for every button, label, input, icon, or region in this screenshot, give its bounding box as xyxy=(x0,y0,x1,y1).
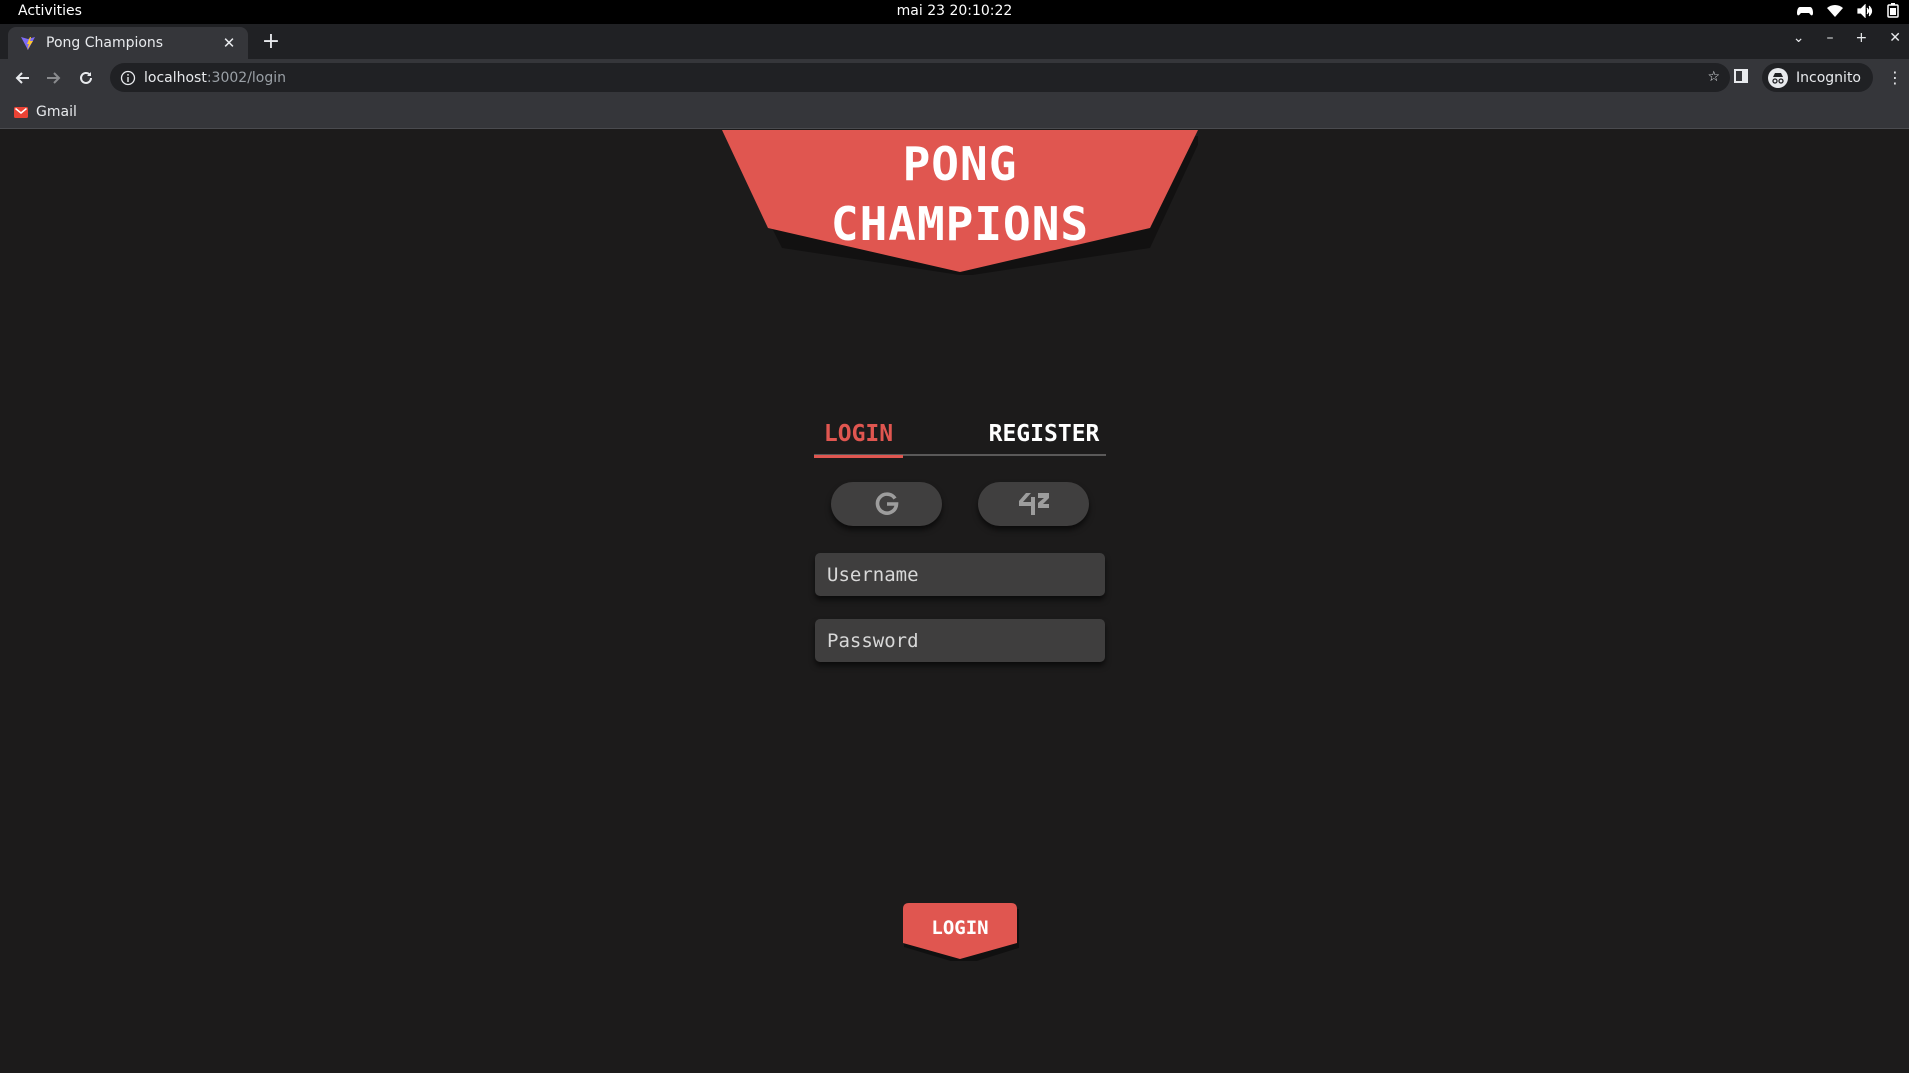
app-title-line1: PONG xyxy=(902,137,1018,191)
address-bar[interactable]: localhost:3002/login ☆ xyxy=(110,63,1730,92)
browser-tabstrip: Pong Champions ✕ + ⌄ – + ✕ xyxy=(0,24,1909,59)
tab-title: Pong Champions xyxy=(46,35,164,51)
system-clock[interactable]: mai 23 20:10:22 xyxy=(0,3,1909,19)
os-top-bar: Activities mai 23 20:10:22 xyxy=(0,0,1909,24)
gmail-icon xyxy=(14,106,28,118)
game-controller-icon[interactable] xyxy=(1797,4,1813,18)
incognito-label: Incognito xyxy=(1796,69,1861,86)
app-title-line2: CHAMPIONS xyxy=(830,197,1090,251)
tab-close-icon[interactable]: ✕ xyxy=(220,34,238,52)
browser-menu-icon[interactable]: ⋮ xyxy=(1887,68,1903,87)
app-title: PONG CHAMPIONS xyxy=(722,134,1198,254)
title-banner: PONG CHAMPIONS xyxy=(722,130,1198,275)
side-panel-icon[interactable] xyxy=(1734,68,1749,87)
page-viewport: PONG CHAMPIONS LOGIN REGISTER LOGIN xyxy=(0,130,1909,1073)
google-g-icon xyxy=(875,492,898,515)
window-controls: ⌄ – + ✕ xyxy=(1793,30,1909,46)
login-submit-button[interactable]: LOGIN xyxy=(901,903,1019,961)
password-input[interactable] xyxy=(815,619,1105,662)
wifi-icon[interactable] xyxy=(1827,4,1843,18)
incognito-profile-button[interactable]: Incognito xyxy=(1762,63,1873,92)
url-path: :3002/login xyxy=(206,69,287,86)
minimize-window-button[interactable]: – xyxy=(1827,30,1834,46)
bookmark-gmail[interactable]: Gmail xyxy=(14,104,77,120)
bookmark-star-icon[interactable]: ☆ xyxy=(1707,69,1720,85)
bookmarks-bar: Gmail xyxy=(0,96,1909,129)
browser-tab-active[interactable]: Pong Champions ✕ xyxy=(8,27,248,59)
maximize-window-button[interactable]: + xyxy=(1856,30,1868,46)
close-window-button[interactable]: ✕ xyxy=(1889,30,1901,46)
site-info-icon[interactable] xyxy=(120,70,136,86)
new-tab-button[interactable]: + xyxy=(259,29,283,54)
reload-icon[interactable] xyxy=(70,64,102,92)
forty-two-icon xyxy=(1018,493,1049,515)
volume-icon[interactable] xyxy=(1857,3,1873,18)
tab-search-chevron-icon[interactable]: ⌄ xyxy=(1793,30,1805,46)
back-arrow-icon[interactable] xyxy=(6,64,38,92)
forty-two-login-button[interactable] xyxy=(978,482,1089,526)
login-submit-label: LOGIN xyxy=(931,917,989,939)
tab-register[interactable]: REGISTER xyxy=(982,421,1106,456)
battery-icon[interactable] xyxy=(1887,3,1899,18)
auth-tabs: LOGIN REGISTER xyxy=(814,421,1106,458)
browser-toolbar: localhost:3002/login ☆ Incognito ⋮ xyxy=(0,59,1909,96)
forward-arrow-icon[interactable] xyxy=(38,64,70,92)
bookmark-gmail-label: Gmail xyxy=(36,104,77,120)
vite-favicon-icon xyxy=(21,37,35,50)
incognito-icon xyxy=(1768,67,1789,88)
url-host: localhost xyxy=(144,69,207,86)
username-input[interactable] xyxy=(815,553,1105,596)
google-login-button[interactable] xyxy=(831,482,942,526)
tab-login[interactable]: LOGIN xyxy=(814,421,903,458)
system-tray[interactable] xyxy=(1797,3,1899,18)
